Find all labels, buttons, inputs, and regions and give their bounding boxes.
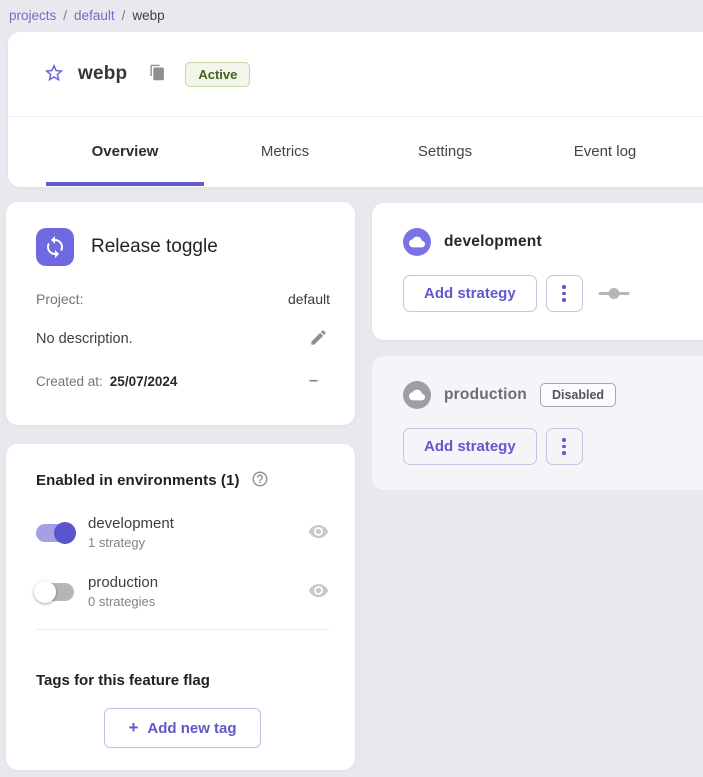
flag-header-card: webp Active Overview Metrics Settings Ev… (8, 32, 703, 187)
favorite-button[interactable] (42, 62, 66, 86)
star-icon (43, 62, 65, 87)
section-divider (36, 629, 329, 630)
production-toggle[interactable] (36, 583, 74, 601)
flag-header: webp Active (8, 32, 703, 117)
page-title: webp (78, 63, 127, 85)
environment-row-development: development 1 strategy (36, 515, 329, 550)
environment-strategy-count: 0 strategies (88, 594, 158, 609)
environment-menu-button-development[interactable] (546, 275, 583, 312)
breadcrumb-separator: / (122, 8, 126, 23)
release-toggle-icon (36, 228, 74, 266)
breadcrumb-separator: / (63, 8, 67, 23)
help-button[interactable] (251, 470, 269, 491)
strategy-connector-icon (598, 287, 630, 300)
project-label: Project: (36, 291, 83, 307)
environment-panel-title: development (444, 233, 542, 251)
help-icon (251, 470, 269, 491)
collapse-button[interactable]: – (309, 372, 318, 390)
breadcrumb-link-projects[interactable]: projects (9, 8, 56, 23)
environments-title: Enabled in environments (1) (36, 472, 240, 489)
breadcrumb-current: webp (132, 8, 164, 23)
eye-icon (308, 580, 329, 604)
tags-section: Tags for this feature flag + Add new tag (6, 650, 355, 748)
cloud-icon (403, 228, 431, 256)
environment-name: development (88, 515, 174, 532)
tab-overview[interactable]: Overview (45, 117, 205, 186)
cloud-icon (403, 381, 431, 409)
add-strategy-button-development[interactable]: Add strategy (403, 275, 537, 312)
created-value: 25/07/2024 (110, 374, 178, 389)
kebab-icon (562, 438, 566, 455)
environment-row-production: production 0 strategies (36, 574, 329, 609)
tab-event-log[interactable]: Event log (525, 117, 685, 186)
tab-bar: Overview Metrics Settings Event log (8, 117, 703, 186)
development-toggle[interactable] (36, 524, 74, 542)
status-badge: Active (185, 62, 250, 87)
add-new-tag-button[interactable]: + Add new tag (104, 708, 260, 748)
created-label: Created at: (36, 374, 103, 389)
breadcrumb-link-default[interactable]: default (74, 8, 115, 23)
eye-icon (308, 521, 329, 545)
environment-menu-button-production[interactable] (546, 428, 583, 465)
tags-title: Tags for this feature flag (36, 672, 329, 689)
edit-description-button[interactable] (307, 326, 330, 352)
created-row: Created at: 25/07/2024 – (36, 372, 330, 390)
breadcrumb: projects / default / webp (0, 0, 703, 30)
copy-name-button[interactable] (146, 63, 168, 85)
preview-production-button[interactable] (308, 580, 329, 604)
add-new-tag-label: Add new tag (147, 720, 236, 737)
project-value: default (288, 291, 330, 307)
pencil-icon (309, 328, 328, 350)
flag-details-card: Release toggle Project: default No descr… (6, 202, 355, 425)
flag-type-label: Release toggle (91, 236, 218, 258)
copy-icon (149, 64, 166, 84)
disabled-badge: Disabled (540, 383, 616, 407)
kebab-icon (562, 285, 566, 302)
add-strategy-button-production[interactable]: Add strategy (403, 428, 537, 465)
description-text: No description. (36, 331, 133, 347)
development-environment-panel: development Add strategy (372, 203, 703, 340)
toggle-knob (34, 581, 56, 603)
tab-metrics[interactable]: Metrics (205, 117, 365, 186)
environment-panel-title: production (444, 386, 527, 404)
environment-name: production (88, 574, 158, 591)
production-environment-panel: production Disabled Add strategy (372, 356, 703, 490)
flag-type-row: Release toggle (36, 228, 330, 266)
enabled-environments-section: Enabled in environments (1) development … (6, 444, 355, 650)
toggle-knob (54, 522, 76, 544)
environments-card: Enabled in environments (1) development … (6, 444, 355, 770)
preview-development-button[interactable] (308, 521, 329, 545)
environment-strategy-count: 1 strategy (88, 535, 174, 550)
description-row: No description. (36, 326, 330, 352)
tab-settings[interactable]: Settings (365, 117, 525, 186)
project-row: Project: default (36, 291, 330, 307)
plus-icon: + (128, 718, 138, 738)
